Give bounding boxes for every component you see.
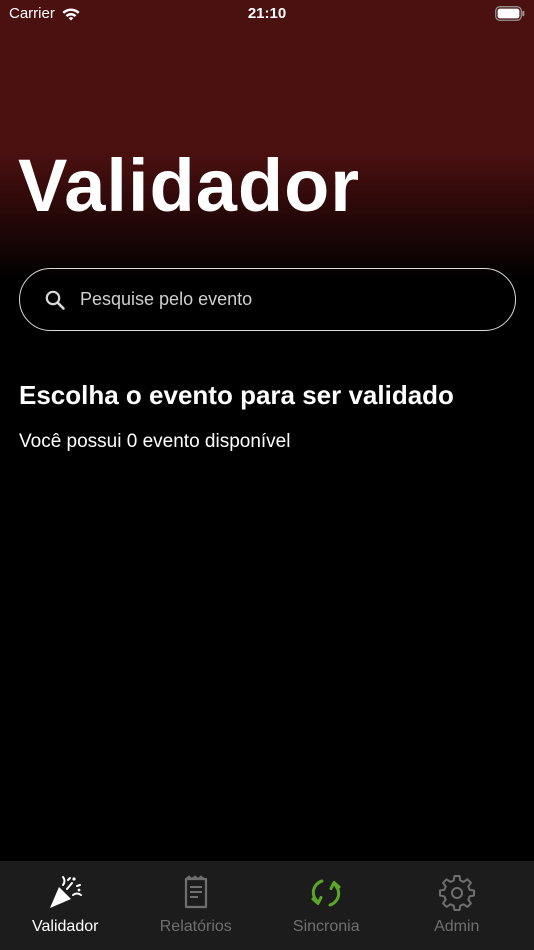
screen: Carrier 21:10 Validador Escolha o evento… (0, 0, 534, 950)
tab-label-validador: Validador (32, 918, 99, 935)
tab-label-sincronia: Sincronia (292, 918, 360, 935)
party-popper-icon (50, 876, 83, 908)
receipt-icon (184, 875, 207, 909)
tab-relatorios[interactable]: Relatórios (131, 861, 262, 950)
tab-sincronia[interactable]: Sincronia (261, 861, 392, 950)
search-icon (45, 290, 65, 310)
status-bar: Carrier 21:10 (0, 0, 534, 30)
search-input[interactable] (80, 289, 480, 310)
tab-bar: Validador Relatórios Sincronia Admin (0, 861, 534, 950)
tab-label-admin: Admin (434, 918, 480, 935)
battery-icon (495, 6, 525, 21)
section-heading: Escolha o evento para ser validado (19, 380, 454, 410)
page-title: Validador (18, 144, 361, 227)
gear-icon (438, 875, 475, 911)
search-bar[interactable] (19, 268, 516, 331)
sync-icon (311, 879, 341, 907)
tab-validador[interactable]: Validador (0, 861, 131, 950)
status-time: 21:10 (247, 5, 287, 22)
tab-admin[interactable]: Admin (392, 861, 523, 950)
events-count-text: Você possui 0 evento disponível (19, 431, 291, 452)
tab-label-relatorios: Relatórios (159, 918, 232, 935)
